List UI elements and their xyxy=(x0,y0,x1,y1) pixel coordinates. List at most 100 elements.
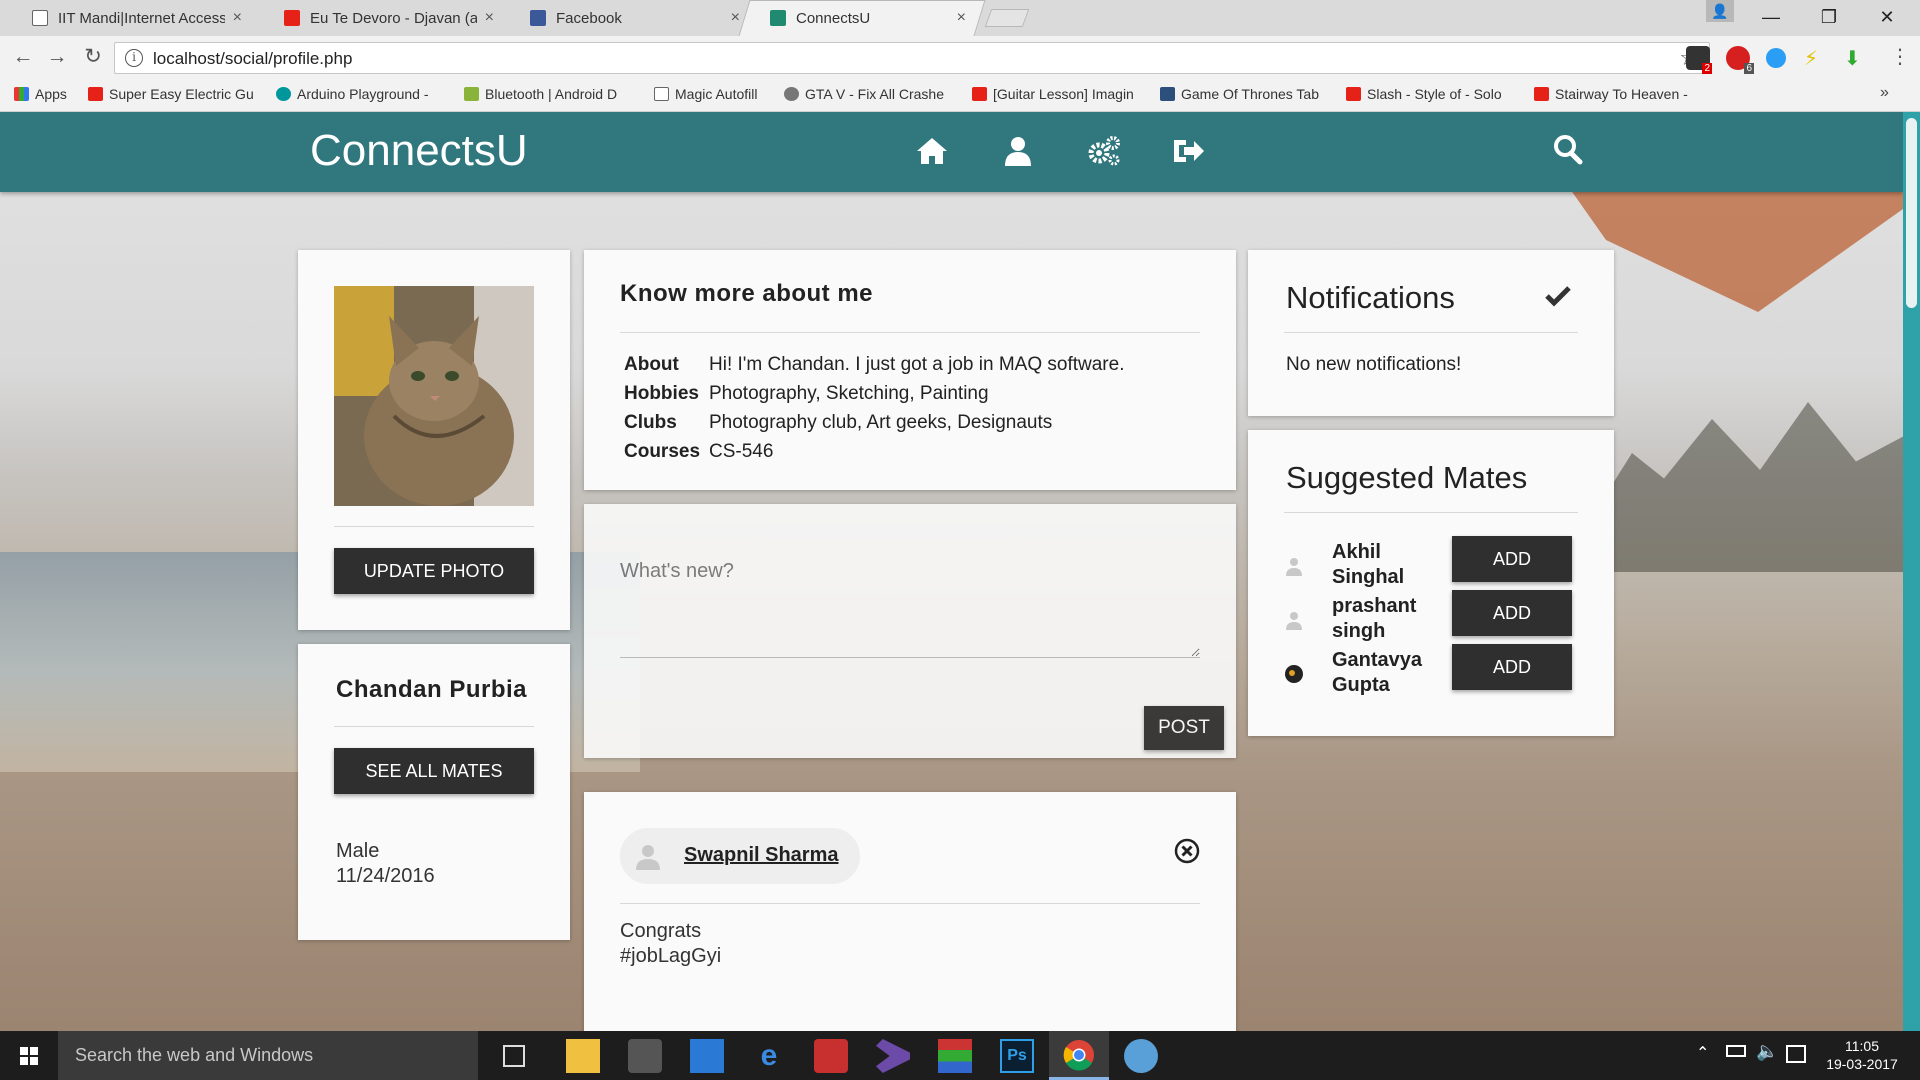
tray-clock[interactable]: 11:05 19-03-2017 xyxy=(1808,1037,1916,1073)
store-icon[interactable] xyxy=(690,1039,724,1073)
notification-center-icon[interactable] xyxy=(1786,1045,1806,1063)
mate-name[interactable]: prashant singh xyxy=(1332,594,1442,644)
edge-icon[interactable]: e xyxy=(752,1039,786,1073)
tab-title: IIT Mandi|Internet Access xyxy=(58,9,225,27)
add-mate-button[interactable]: ADD xyxy=(1452,590,1572,636)
bookmarks-overflow-icon[interactable]: » xyxy=(1880,84,1889,102)
add-mate-button[interactable]: ADD xyxy=(1452,536,1572,582)
tab-title: Eu Te Devoro - Djavan (a xyxy=(310,9,477,27)
bookmark-label: Stairway To Heaven - xyxy=(1555,86,1688,102)
settings-icon[interactable] xyxy=(1086,134,1122,168)
whats-new-input[interactable] xyxy=(620,560,1200,658)
file-explorer-icon[interactable] xyxy=(566,1039,600,1073)
bookmark-item[interactable]: Magic Autofill xyxy=(654,86,774,102)
bookmark-label: Bluetooth | Android D xyxy=(485,86,618,102)
app-switcher-icon[interactable] xyxy=(628,1039,662,1073)
browser-profile-icon[interactable]: 👤 xyxy=(1706,0,1734,22)
feed-post-card: Swapnil Sharma Congrats #jobLagGyi xyxy=(584,792,1236,1031)
bookmark-item[interactable]: Slash - Style of - Solo xyxy=(1346,86,1516,102)
bookmark-item[interactable]: Game Of Thrones Tab xyxy=(1160,86,1330,102)
address-bar[interactable]: i localhost/social/profile.php ☆ xyxy=(114,42,1710,74)
page-viewport: ConnectsU UPDATE PHOTO Chandan Purbia SE… xyxy=(0,112,1920,1031)
about-value: Hi! I'm Chandan. I just got a job in MAQ… xyxy=(709,354,1125,375)
address-url[interactable]: localhost/social/profile.php xyxy=(153,49,352,69)
about-key: About xyxy=(624,354,679,375)
bookmark-apps[interactable]: Apps xyxy=(14,86,76,102)
notifications-empty-text: No new notifications! xyxy=(1286,354,1462,375)
logout-icon[interactable] xyxy=(1170,134,1206,168)
extension-3-icon[interactable] xyxy=(1766,48,1786,68)
minimize-button[interactable]: — xyxy=(1748,0,1794,34)
delete-post-icon[interactable] xyxy=(1174,838,1200,864)
forward-button[interactable]: → xyxy=(42,42,72,72)
paint-app-icon[interactable] xyxy=(1124,1039,1158,1073)
about-key: Courses xyxy=(624,441,701,462)
back-button[interactable]: ← xyxy=(8,42,38,72)
mate-name[interactable]: Akhil Singhal xyxy=(1332,540,1442,590)
user-icon[interactable] xyxy=(1000,134,1036,168)
taskbar-search-box[interactable]: Search the web and Windows xyxy=(58,1031,478,1080)
avatar-icon xyxy=(636,845,660,870)
document-icon xyxy=(654,87,669,101)
extension-2-icon[interactable]: 6 xyxy=(1726,46,1754,74)
see-all-mates-button[interactable]: SEE ALL MATES xyxy=(334,748,534,794)
tab-close-icon[interactable]: × xyxy=(731,9,740,27)
browser-tab-connectsu[interactable]: ConnectsU × xyxy=(744,0,980,36)
download-icon[interactable]: ⬇ xyxy=(1844,46,1868,70)
bookmark-item[interactable]: Super Easy Electric Gu xyxy=(88,86,258,102)
tab-close-icon[interactable]: × xyxy=(957,9,966,27)
extension-badge: 2 xyxy=(1702,63,1712,74)
windows-taskbar: Search the web and Windows e Ps ⌃ 🔈 11:0… xyxy=(0,1031,1920,1080)
tray-expand-icon[interactable]: ⌃ xyxy=(1696,1043,1709,1063)
extension-4-icon[interactable]: ⚡ xyxy=(1804,46,1828,70)
mark-read-check-icon[interactable] xyxy=(1544,284,1572,308)
scrollbar-thumb[interactable] xyxy=(1906,118,1917,308)
home-icon[interactable] xyxy=(914,134,950,168)
bookmark-item[interactable]: Bluetooth | Android D xyxy=(464,86,634,102)
browser-tab-youtube[interactable]: Eu Te Devoro - Djavan (a × xyxy=(258,0,508,36)
gta-icon xyxy=(784,87,799,101)
bookmark-item[interactable]: Arduino Playground - xyxy=(276,86,446,102)
update-photo-button[interactable]: UPDATE PHOTO xyxy=(334,548,534,594)
close-window-button[interactable]: ✕ xyxy=(1864,0,1910,34)
add-mate-button[interactable]: ADD xyxy=(1452,644,1572,690)
about-value: CS-546 xyxy=(709,441,774,462)
bookmark-item[interactable]: [Guitar Lesson] Imagin xyxy=(972,86,1142,102)
winrar-icon[interactable] xyxy=(938,1039,972,1073)
photoshop-icon[interactable]: Ps xyxy=(1000,1039,1034,1073)
search-icon[interactable] xyxy=(1550,132,1586,166)
profile-photo xyxy=(334,286,534,506)
tab-close-icon[interactable]: × xyxy=(485,9,494,27)
bookmarks-bar: Apps Super Easy Electric Gu Arduino Play… xyxy=(0,80,1920,112)
chrome-icon xyxy=(1063,1040,1094,1071)
restore-button[interactable]: ❐ xyxy=(1806,0,1852,34)
site-navbar: ConnectsU xyxy=(0,112,1903,192)
browser-tab-iit-mandi[interactable]: IIT Mandi|Internet Access × xyxy=(6,0,256,36)
tab-close-icon[interactable]: × xyxy=(233,9,242,27)
bookmark-item[interactable]: GTA V - Fix All Crashe xyxy=(784,86,954,102)
page-scrollbar[interactable] xyxy=(1903,112,1920,1031)
windows-start-icon[interactable] xyxy=(0,1031,58,1080)
chrome-taskbar-button[interactable] xyxy=(1049,1031,1109,1080)
bookmark-item[interactable]: Stairway To Heaven - xyxy=(1534,86,1704,102)
browser-menu-icon[interactable]: ⋮ xyxy=(1890,44,1910,69)
mate-name[interactable]: Gantavya Gupta xyxy=(1332,648,1442,698)
browser-tab-facebook[interactable]: Facebook × xyxy=(504,0,754,36)
game-app-icon[interactable] xyxy=(814,1039,848,1073)
visual-studio-icon[interactable] xyxy=(876,1039,910,1073)
extension-1-icon[interactable]: 2 xyxy=(1686,46,1712,74)
reload-button[interactable]: ↻ xyxy=(78,42,108,72)
post-author-chip[interactable]: Swapnil Sharma xyxy=(620,828,860,884)
site-info-icon[interactable]: i xyxy=(125,49,143,67)
task-view-icon[interactable] xyxy=(503,1045,525,1067)
youtube-icon xyxy=(88,87,103,101)
profile-date: 11/24/2016 xyxy=(336,865,435,887)
document-icon xyxy=(32,10,48,26)
site-brand[interactable]: ConnectsU xyxy=(310,126,528,176)
suggested-mates-title: Suggested Mates xyxy=(1286,460,1528,495)
battery-icon[interactable] xyxy=(1726,1045,1746,1057)
new-tab-button[interactable] xyxy=(984,9,1030,27)
post-button[interactable]: POST xyxy=(1144,706,1224,750)
post-author-link[interactable]: Swapnil Sharma xyxy=(684,844,839,867)
volume-icon[interactable]: 🔈 xyxy=(1756,1041,1778,1062)
